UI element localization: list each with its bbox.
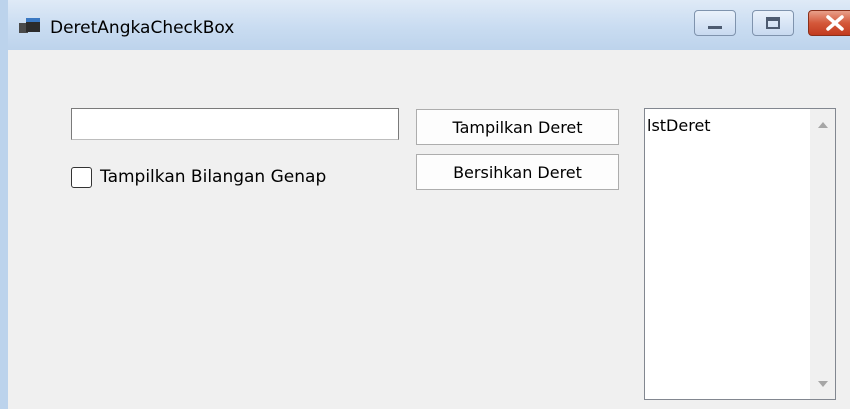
scroll-up-button[interactable]: [810, 109, 835, 139]
even-numbers-checkbox[interactable]: Tampilkan Bilangan Genap: [71, 165, 326, 189]
show-sequence-button[interactable]: Tampilkan Deret: [416, 109, 619, 145]
app-window: DeretAngkaCheckBox Tampilkan Bilangan Ge…: [0, 0, 850, 409]
checkbox-label[interactable]: Tampilkan Bilangan Genap: [100, 167, 326, 187]
clear-sequence-button[interactable]: Bersihkan Deret: [416, 154, 619, 190]
title-bar[interactable]: DeretAngkaCheckBox: [8, 0, 850, 50]
close-icon: [826, 15, 844, 31]
scroll-down-arrow-icon: [817, 380, 828, 387]
minimize-icon: [708, 26, 722, 29]
close-button[interactable]: [808, 10, 850, 36]
scroll-up-arrow-icon: [817, 121, 828, 128]
listbox-items: lstDeret: [645, 109, 810, 399]
listbox-scrollbar[interactable]: [810, 109, 835, 399]
sequence-listbox[interactable]: lstDeret: [644, 108, 836, 400]
scroll-down-button[interactable]: [810, 369, 835, 399]
app-window-icon: [19, 18, 40, 33]
window-title: DeretAngkaCheckBox: [50, 18, 235, 38]
maximize-icon: [766, 17, 780, 29]
number-input[interactable]: [71, 108, 399, 140]
checkbox-box[interactable]: [71, 166, 92, 188]
maximize-button[interactable]: [752, 10, 794, 36]
list-item[interactable]: lstDeret: [647, 116, 808, 135]
minimize-button[interactable]: [694, 10, 736, 36]
